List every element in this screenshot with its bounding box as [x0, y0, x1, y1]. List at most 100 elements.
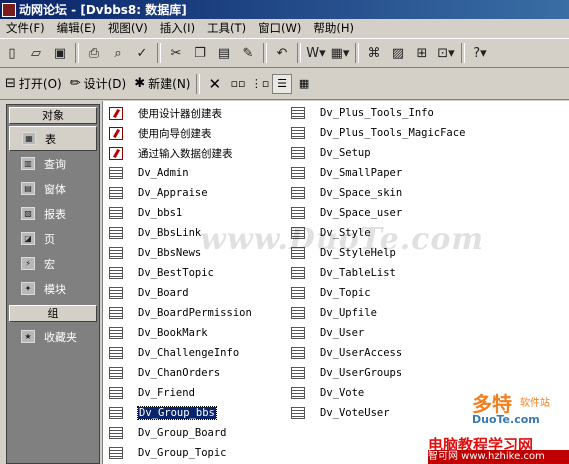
save-icon[interactable]: ▣: [49, 42, 71, 64]
objects-header[interactable]: 对象: [9, 107, 97, 124]
list-item[interactable]: Dv_Space_user: [291, 203, 465, 223]
small-icons-icon[interactable]: ⋮▫: [250, 74, 270, 94]
object-modules[interactable]: ✦ 模块: [7, 276, 99, 301]
menu-window[interactable]: 窗口(W): [252, 19, 307, 38]
open-button[interactable]: ⊟ 打开(O): [5, 75, 62, 92]
toolbar-separator: [355, 43, 359, 63]
object-pages[interactable]: ◪ 页: [7, 226, 99, 251]
list-item-label: Dv_ChallengeInfo: [138, 347, 240, 359]
large-icons-icon[interactable]: ▫▫: [228, 74, 248, 94]
object-queries[interactable]: ▥ 查询: [7, 151, 99, 176]
list-item[interactable]: 使用向导创建表: [109, 123, 252, 143]
list-item[interactable]: Dv_UserGroups: [291, 363, 465, 383]
list-item[interactable]: Dv_VoteUser: [291, 403, 465, 423]
table-icon: [109, 227, 123, 239]
list-item[interactable]: Dv_ChallengeInfo: [109, 343, 252, 363]
cut-icon[interactable]: ✂: [165, 42, 187, 64]
table-icon: [291, 307, 305, 319]
undo-icon[interactable]: ↶: [271, 42, 293, 64]
print-preview-icon[interactable]: ⌕: [107, 42, 129, 64]
list-item[interactable]: Dv_Group_Topic: [109, 443, 252, 463]
list-item[interactable]: Dv_Friend: [109, 383, 252, 403]
list-item-label: Dv_User: [320, 327, 365, 339]
list-view-icon[interactable]: ☰: [272, 73, 293, 94]
table-icon: [109, 287, 123, 299]
analyze-icon[interactable]: ▦▾: [329, 42, 351, 64]
format-painter-icon[interactable]: ✎: [237, 42, 259, 64]
list-item[interactable]: Dv_Board: [109, 283, 252, 303]
paste-icon[interactable]: ▤: [213, 42, 235, 64]
list-item[interactable]: Dv_Space_skin: [291, 183, 465, 203]
create-shortcut-icon: [109, 126, 123, 140]
relationships-icon[interactable]: ⊞: [411, 42, 433, 64]
list-item-label: Dv_SmallPaper: [320, 167, 403, 179]
menu-file[interactable]: 文件(F): [0, 19, 51, 38]
list-item[interactable]: Dv_BookMark: [109, 323, 252, 343]
list-item[interactable]: Dv_Vote: [291, 383, 465, 403]
list-item-label: Dv_BoardPermission: [138, 307, 252, 319]
table-icon: [291, 347, 305, 359]
object-reports[interactable]: ▧ 报表: [7, 201, 99, 226]
list-item-label: Dv_bbs1: [138, 207, 183, 219]
list-item[interactable]: Dv_User: [291, 323, 465, 343]
query-icon: ▥: [21, 157, 35, 170]
table-icon: [291, 327, 305, 339]
group-favorites[interactable]: ★ 收藏夹: [7, 324, 99, 349]
menu-insert[interactable]: 插入(I): [154, 19, 201, 38]
object-tables[interactable]: ▦ 表: [9, 126, 97, 151]
list-item[interactable]: Dv_bbs1: [109, 203, 252, 223]
list-item[interactable]: Dv_BoardPermission: [109, 303, 252, 323]
list-item[interactable]: Dv_ChanOrders: [109, 363, 252, 383]
object-macros[interactable]: ⚡ 宏: [7, 251, 99, 276]
print-icon[interactable]: ⎙: [83, 42, 105, 64]
list-item[interactable]: Dv_BestTopic: [109, 263, 252, 283]
list-item[interactable]: Dv_Setup: [291, 143, 465, 163]
list-item[interactable]: 使用设计器创建表: [109, 103, 252, 123]
new-label: 新建(N): [148, 77, 191, 91]
list-item[interactable]: Dv_Topic: [291, 283, 465, 303]
table-icon: [291, 187, 305, 199]
list-item[interactable]: Dv_Appraise: [109, 183, 252, 203]
app-icon[interactable]: [2, 2, 16, 17]
list-item[interactable]: Dv_TableList: [291, 263, 465, 283]
menu-view[interactable]: 视图(V): [102, 19, 154, 38]
object-forms[interactable]: ▤ 窗体: [7, 176, 99, 201]
new-object-icon[interactable]: ⊡▾: [435, 42, 457, 64]
details-view-icon[interactable]: ▦: [294, 74, 314, 94]
groups-header[interactable]: 组: [9, 305, 97, 322]
menu-edit[interactable]: 编辑(E): [51, 19, 102, 38]
table-icon: [291, 107, 305, 119]
new-icon[interactable]: ▯: [1, 42, 23, 64]
table-icon: [291, 407, 305, 419]
table-icon: [291, 387, 305, 399]
properties-icon[interactable]: ▨: [387, 42, 409, 64]
open-label: 打开(O): [18, 77, 62, 91]
list-item[interactable]: Dv_Plus_Tools_MagicFace: [291, 123, 465, 143]
spell-check-icon[interactable]: ✓: [131, 42, 153, 64]
delete-button[interactable]: ✕: [208, 75, 224, 93]
list-item-selected[interactable]: Dv_Group_bbs: [109, 403, 252, 423]
help-icon[interactable]: ?▾: [469, 42, 491, 64]
menu-tools[interactable]: 工具(T): [201, 19, 252, 38]
list-item[interactable]: 通过输入数据创建表: [109, 143, 252, 163]
open-icon[interactable]: ▱: [25, 42, 47, 64]
list-item-label: Dv_BookMark: [138, 327, 208, 339]
list-item[interactable]: Dv_Group_Board: [109, 423, 252, 443]
copy-icon[interactable]: ❐: [189, 42, 211, 64]
code-icon[interactable]: ⌘: [363, 42, 385, 64]
list-item-label: Dv_VoteUser: [320, 407, 390, 419]
office-links-icon[interactable]: W▾: [305, 42, 327, 64]
list-item-label: Dv_Admin: [138, 167, 189, 179]
list-item-label: Dv_BestTopic: [138, 267, 214, 279]
new-button[interactable]: ✱ 新建(N): [134, 75, 190, 92]
list-item[interactable]: Dv_Upfile: [291, 303, 465, 323]
list-item[interactable]: Dv_Plus_Tools_Info: [291, 103, 465, 123]
toolbar-separator: [297, 43, 301, 63]
list-item[interactable]: Dv_UserAccess: [291, 343, 465, 363]
list-item-label: Dv_Group_Topic: [138, 447, 227, 459]
page-icon: ◪: [21, 232, 35, 245]
design-button[interactable]: ✏ 设计(D): [70, 75, 127, 92]
list-item[interactable]: Dv_Admin: [109, 163, 252, 183]
menu-help[interactable]: 帮助(H): [307, 19, 360, 38]
list-item[interactable]: Dv_SmallPaper: [291, 163, 465, 183]
